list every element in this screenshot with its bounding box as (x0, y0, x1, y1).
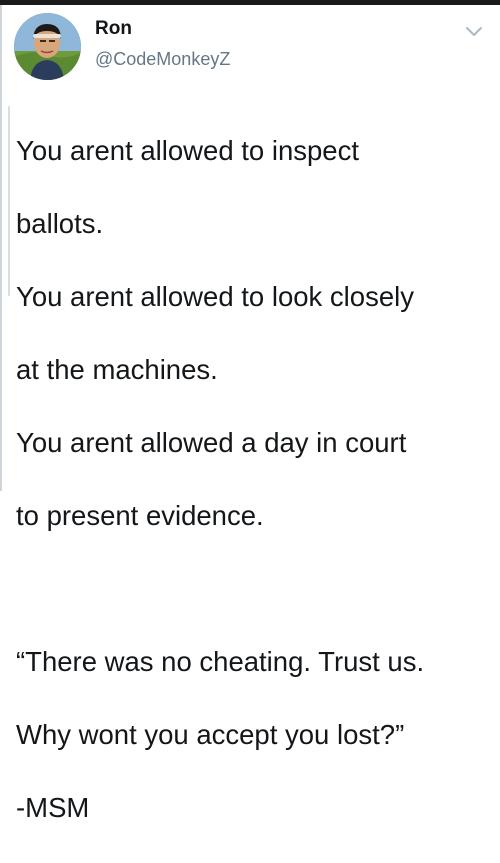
scroll-indicator (8, 106, 10, 296)
tweet-line: “There was no cheating. Trust us. (16, 645, 425, 677)
profile-photo-icon (14, 13, 81, 80)
tweet-line: You arent allowed a day in court (16, 426, 407, 458)
tweet-text: You arent allowed to inspect ballots. Yo… (16, 96, 496, 863)
chevron-down-icon[interactable] (463, 24, 485, 40)
tweet-line: at the machines. (16, 353, 218, 385)
tweet-line: to present evidence. (16, 499, 264, 531)
avatar[interactable] (14, 13, 81, 80)
display-name[interactable]: Ron (95, 17, 132, 41)
tweet-line: Why wont you accept you lost?” (16, 718, 405, 750)
tweet-line: ballots. (16, 207, 104, 239)
tweet-line: -MSM (16, 791, 90, 823)
top-edge-bar (0, 0, 500, 5)
left-edge-border (0, 5, 2, 491)
user-handle[interactable]: @CodeMonkeyZ (95, 47, 230, 71)
tweet-line: You arent allowed to inspect (16, 134, 359, 166)
tweet-line: You arent allowed to look closely (16, 280, 414, 312)
